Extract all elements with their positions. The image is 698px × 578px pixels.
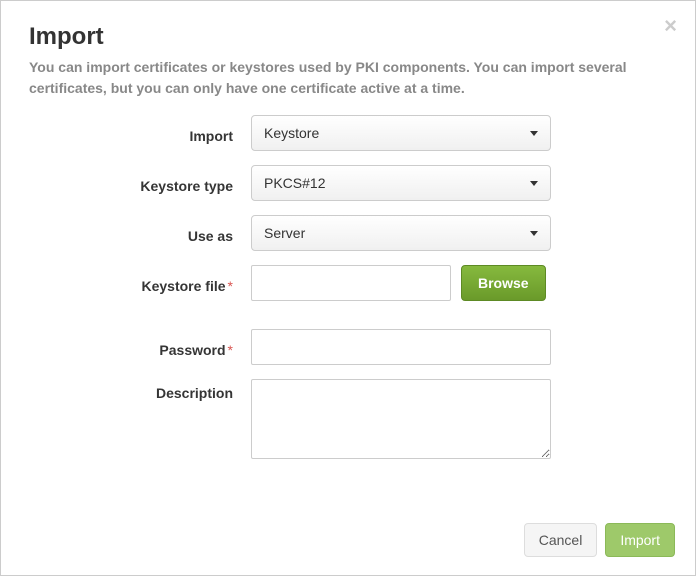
keystore-file-input[interactable] bbox=[251, 265, 451, 301]
label-use-as: Use as bbox=[29, 222, 251, 244]
import-button[interactable]: Import bbox=[605, 523, 675, 557]
label-description: Description bbox=[29, 379, 251, 401]
row-description: Description bbox=[29, 379, 667, 459]
description-textarea[interactable] bbox=[251, 379, 551, 459]
row-password: Password* bbox=[29, 329, 667, 365]
password-input[interactable] bbox=[251, 329, 551, 365]
row-import: Import Keystore bbox=[29, 115, 667, 151]
modal-footer: Cancel Import bbox=[524, 523, 675, 557]
cancel-button[interactable]: Cancel bbox=[524, 523, 598, 557]
use-as-select[interactable]: Server bbox=[251, 215, 551, 251]
import-select[interactable]: Keystore bbox=[251, 115, 551, 151]
label-keystore-type: Keystore type bbox=[29, 172, 251, 194]
modal-subtitle: You can import certificates or keystores… bbox=[29, 57, 667, 99]
row-use-as: Use as Server bbox=[29, 215, 667, 251]
close-icon[interactable]: × bbox=[664, 15, 677, 37]
required-mark: * bbox=[228, 278, 233, 294]
import-select-value: Keystore bbox=[264, 125, 319, 141]
label-keystore-file-text: Keystore file bbox=[142, 278, 226, 294]
modal-title: Import bbox=[29, 23, 667, 51]
row-keystore-type: Keystore type PKCS#12 bbox=[29, 165, 667, 201]
row-keystore-file: Keystore file* Browse bbox=[29, 265, 667, 301]
chevron-down-icon bbox=[530, 131, 538, 136]
label-import: Import bbox=[29, 122, 251, 144]
label-keystore-file: Keystore file* bbox=[29, 272, 251, 294]
keystore-type-value: PKCS#12 bbox=[264, 175, 325, 191]
use-as-value: Server bbox=[264, 225, 305, 241]
browse-button[interactable]: Browse bbox=[461, 265, 546, 301]
chevron-down-icon bbox=[530, 181, 538, 186]
keystore-type-select[interactable]: PKCS#12 bbox=[251, 165, 551, 201]
label-password-text: Password bbox=[159, 342, 225, 358]
import-modal: × Import You can import certificates or … bbox=[0, 0, 696, 576]
chevron-down-icon bbox=[530, 231, 538, 236]
label-password: Password* bbox=[29, 336, 251, 358]
required-mark: * bbox=[228, 342, 233, 358]
